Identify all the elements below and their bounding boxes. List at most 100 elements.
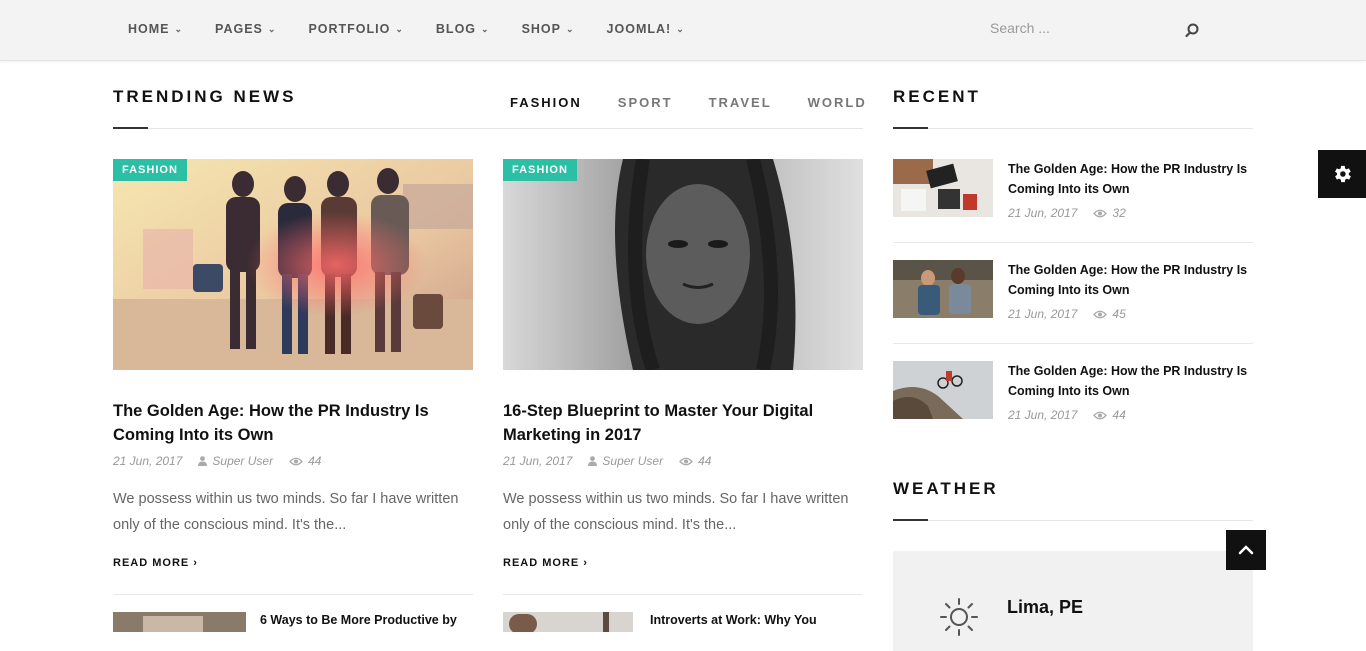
nav-pages[interactable]: PAGES ⌄ <box>215 22 276 36</box>
search-input[interactable] <box>990 20 1170 36</box>
tab-sport[interactable]: SPORT <box>618 95 673 110</box>
user-icon <box>198 456 208 466</box>
eye-icon <box>1093 310 1108 318</box>
divider <box>113 594 473 595</box>
nav-joomla[interactable]: JOOMLA! ⌄ <box>607 22 685 36</box>
category-badge[interactable]: FASHION <box>113 159 187 181</box>
article-meta: 21 Jun, 2017 Super User 44 <box>503 454 711 468</box>
tab-world[interactable]: WORLD <box>808 95 867 110</box>
article-excerpt: We possess within us two minds. So far I… <box>503 491 849 533</box>
views-count: 32 <box>1112 206 1126 220</box>
views-count: 44 <box>308 454 322 468</box>
recent-meta: 21 Jun, 2017 44 <box>1008 408 1126 422</box>
eye-icon <box>679 457 693 465</box>
article-image[interactable]: FASHION <box>113 159 473 370</box>
back-to-top-button[interactable] <box>1226 530 1266 570</box>
eye-icon <box>1093 411 1108 419</box>
divider <box>503 594 863 595</box>
gear-icon <box>1335 165 1351 183</box>
divider <box>893 343 1253 344</box>
recent-date: 21 Jun, 2017 <box>1008 408 1078 422</box>
recent-date: 21 Jun, 2017 <box>1008 307 1078 321</box>
author-name: Super User <box>602 454 664 468</box>
top-navbar: HOME ⌄ PAGES ⌄ PORTFOLIO ⌄ BLOG ⌄ SHOP ⌄ JOOM… <box>0 0 1366 61</box>
main-menu: HOME ⌄ PAGES ⌄ PORTFOLIO ⌄ BLOG ⌄ SHOP ⌄ JOOM… <box>128 22 717 36</box>
user-icon <box>588 456 598 466</box>
article-image[interactable]: FASHION <box>503 159 863 370</box>
read-more-label: READ MORE <box>113 557 190 569</box>
recent-item: The Golden Age: How the PR Industry Is C… <box>893 260 1253 340</box>
article-author[interactable]: Super User <box>198 454 273 468</box>
article-excerpt: We possess within us two minds. So far I… <box>113 491 459 533</box>
eye-icon <box>1093 209 1108 217</box>
recent-title-link[interactable]: The Golden Age: How the PR Industry Is C… <box>1008 159 1248 199</box>
chevron-down-icon: ⌄ <box>267 23 277 34</box>
article-thumbnail[interactable] <box>113 612 246 632</box>
article-thumbnail[interactable] <box>503 612 633 632</box>
recent-title-link[interactable]: The Golden Age: How the PR Industry Is C… <box>1008 361 1248 401</box>
bw-portrait-photo <box>503 159 863 370</box>
chevron-down-icon: ⌄ <box>676 23 685 34</box>
read-more-link[interactable]: READ MORE › <box>503 557 588 569</box>
article-title[interactable]: 6 Ways to Be More Productive by <box>260 613 457 627</box>
chevron-down-icon: ⌄ <box>566 23 575 34</box>
article-views: 44 <box>289 454 321 468</box>
read-more-label: READ MORE <box>503 557 580 569</box>
nav-portfolio[interactable]: PORTFOLIO ⌄ <box>308 22 403 36</box>
chevron-right-icon: › <box>193 557 198 569</box>
recent-views: 44 <box>1093 408 1126 422</box>
section-divider <box>113 127 863 129</box>
views-count: 45 <box>1112 307 1126 321</box>
author-name: Super User <box>212 454 274 468</box>
settings-button[interactable] <box>1318 150 1366 198</box>
recent-item: The Golden Age: How the PR Industry Is C… <box>893 159 1253 239</box>
article-date: 21 Jun, 2017 <box>113 454 183 468</box>
nav-label: PAGES <box>215 22 263 36</box>
recent-item: The Golden Age: How the PR Industry Is C… <box>893 361 1253 441</box>
recent-meta: 21 Jun, 2017 45 <box>1008 307 1126 321</box>
divider <box>893 242 1253 243</box>
article-title[interactable]: The Golden Age: How the PR Industry Is C… <box>113 399 473 447</box>
weather-title: WEATHER <box>893 479 999 498</box>
sun-icon <box>940 598 978 636</box>
search-icon[interactable] <box>1184 22 1200 38</box>
article-views: 44 <box>679 454 711 468</box>
recent-thumbnail[interactable] <box>893 159 993 217</box>
desk-photo <box>893 159 993 217</box>
nav-label: PORTFOLIO <box>308 22 391 36</box>
recent-thumbnail[interactable] <box>893 361 993 419</box>
recent-views: 32 <box>1093 206 1126 220</box>
search-box <box>990 20 1200 42</box>
category-tabs: FASHION SPORT TRAVEL WORLD <box>510 95 867 110</box>
nav-label: SHOP <box>521 22 561 36</box>
recent-thumbnail[interactable] <box>893 260 993 318</box>
chevron-up-icon <box>1238 545 1254 555</box>
nav-shop[interactable]: SHOP ⌄ <box>522 22 575 36</box>
article-meta: 21 Jun, 2017 Super User 44 <box>113 454 321 468</box>
fashion-group-photo <box>113 159 473 370</box>
section-divider <box>893 519 1253 521</box>
tab-travel[interactable]: TRAVEL <box>709 95 772 110</box>
nav-label: JOOMLA! <box>606 22 672 36</box>
nav-blog[interactable]: BLOG ⌄ <box>436 22 490 36</box>
weather-widget: Lima, PE <box>893 551 1253 651</box>
biker-photo <box>893 361 993 419</box>
read-more-link[interactable]: READ MORE › <box>113 557 198 569</box>
weather-city: Lima, PE <box>1007 597 1084 617</box>
tab-fashion[interactable]: FASHION <box>510 95 582 110</box>
recent-meta: 21 Jun, 2017 32 <box>1008 206 1126 220</box>
category-badge[interactable]: FASHION <box>503 159 577 181</box>
recent-title-link[interactable]: The Golden Age: How the PR Industry Is C… <box>1008 260 1248 300</box>
article-title[interactable]: Introverts at Work: Why You <box>650 613 817 627</box>
couple-photo <box>893 260 993 318</box>
recent-date: 21 Jun, 2017 <box>1008 206 1078 220</box>
article-title[interactable]: 16-Step Blueprint to Master Your Digital… <box>503 399 863 447</box>
recent-title: RECENT <box>893 87 981 106</box>
chevron-right-icon: › <box>583 557 588 569</box>
article-date: 21 Jun, 2017 <box>503 454 573 468</box>
chevron-down-icon: ⌄ <box>481 23 490 34</box>
article-author[interactable]: Super User <box>588 454 663 468</box>
eye-icon <box>289 457 303 465</box>
nav-label: HOME <box>128 22 170 36</box>
nav-home[interactable]: HOME ⌄ <box>128 22 183 36</box>
